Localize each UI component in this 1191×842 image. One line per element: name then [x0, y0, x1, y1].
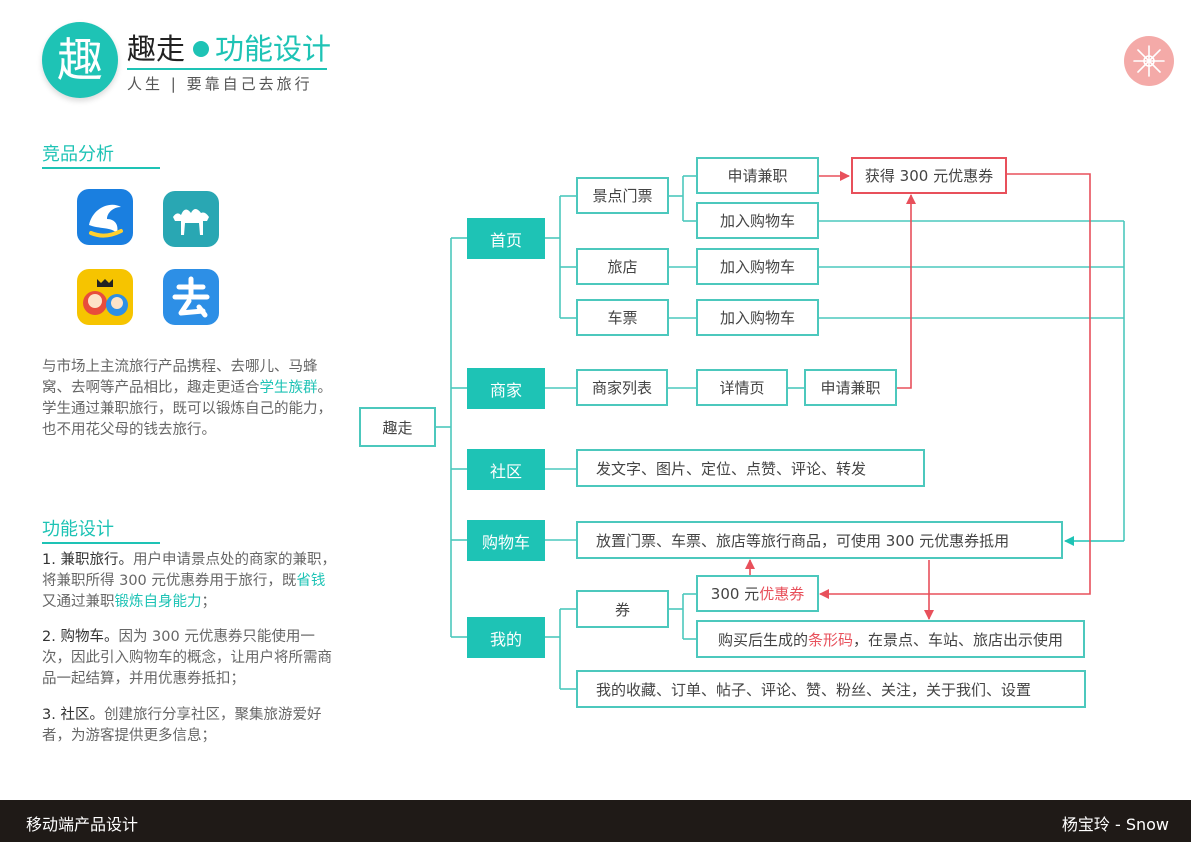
node-barcode: 购买后生成的 条形码 ，在景点、车站、旅店出示使用: [696, 620, 1085, 658]
node-get-coupon: 获得 300 元优惠券: [851, 157, 1007, 194]
footer-author: 杨宝玲 - Snow: [1061, 815, 1169, 834]
footer-left-text: 移动端产品设计: [26, 815, 139, 834]
node-add-cart-3: 加入购物车: [696, 299, 819, 336]
node-apply-job-2: 申请兼职: [804, 369, 897, 406]
node-mine-desc: 我的收藏、订单、帖子、评论、赞、粉丝、关注，关于我们、设置: [576, 670, 1086, 708]
node-merchant-list: 商家列表: [576, 369, 668, 406]
node-train-ticket: 车票: [576, 299, 669, 336]
node-add-cart-2: 加入购物车: [696, 248, 819, 285]
node-apply-job-1: 申请兼职: [696, 157, 819, 194]
node-mine: 我的: [467, 617, 545, 658]
node-hotel: 旅店: [576, 248, 669, 285]
node-coupon-300: 300 元优惠券: [696, 575, 819, 612]
node-cart-desc: 放置门票、车票、旅店等旅行商品，可使用 300 元优惠券抵用: [576, 521, 1063, 559]
node-home: 首页: [467, 218, 545, 259]
node-cart: 购物车: [467, 520, 545, 561]
node-merchant: 商家: [467, 368, 545, 409]
node-root: 趣走: [359, 407, 436, 447]
node-scenic-ticket: 景点门票: [576, 177, 669, 214]
footer-bar: [0, 800, 1191, 842]
node-add-cart-1: 加入购物车: [696, 202, 819, 239]
diagram-connectors: [435, 171, 1125, 690]
node-coupon: 券: [576, 590, 669, 628]
node-community-desc: 发文字、图片、定位、点赞、评论、转发: [576, 449, 925, 487]
node-detail-page: 详情页: [696, 369, 788, 406]
node-community: 社区: [467, 449, 545, 490]
